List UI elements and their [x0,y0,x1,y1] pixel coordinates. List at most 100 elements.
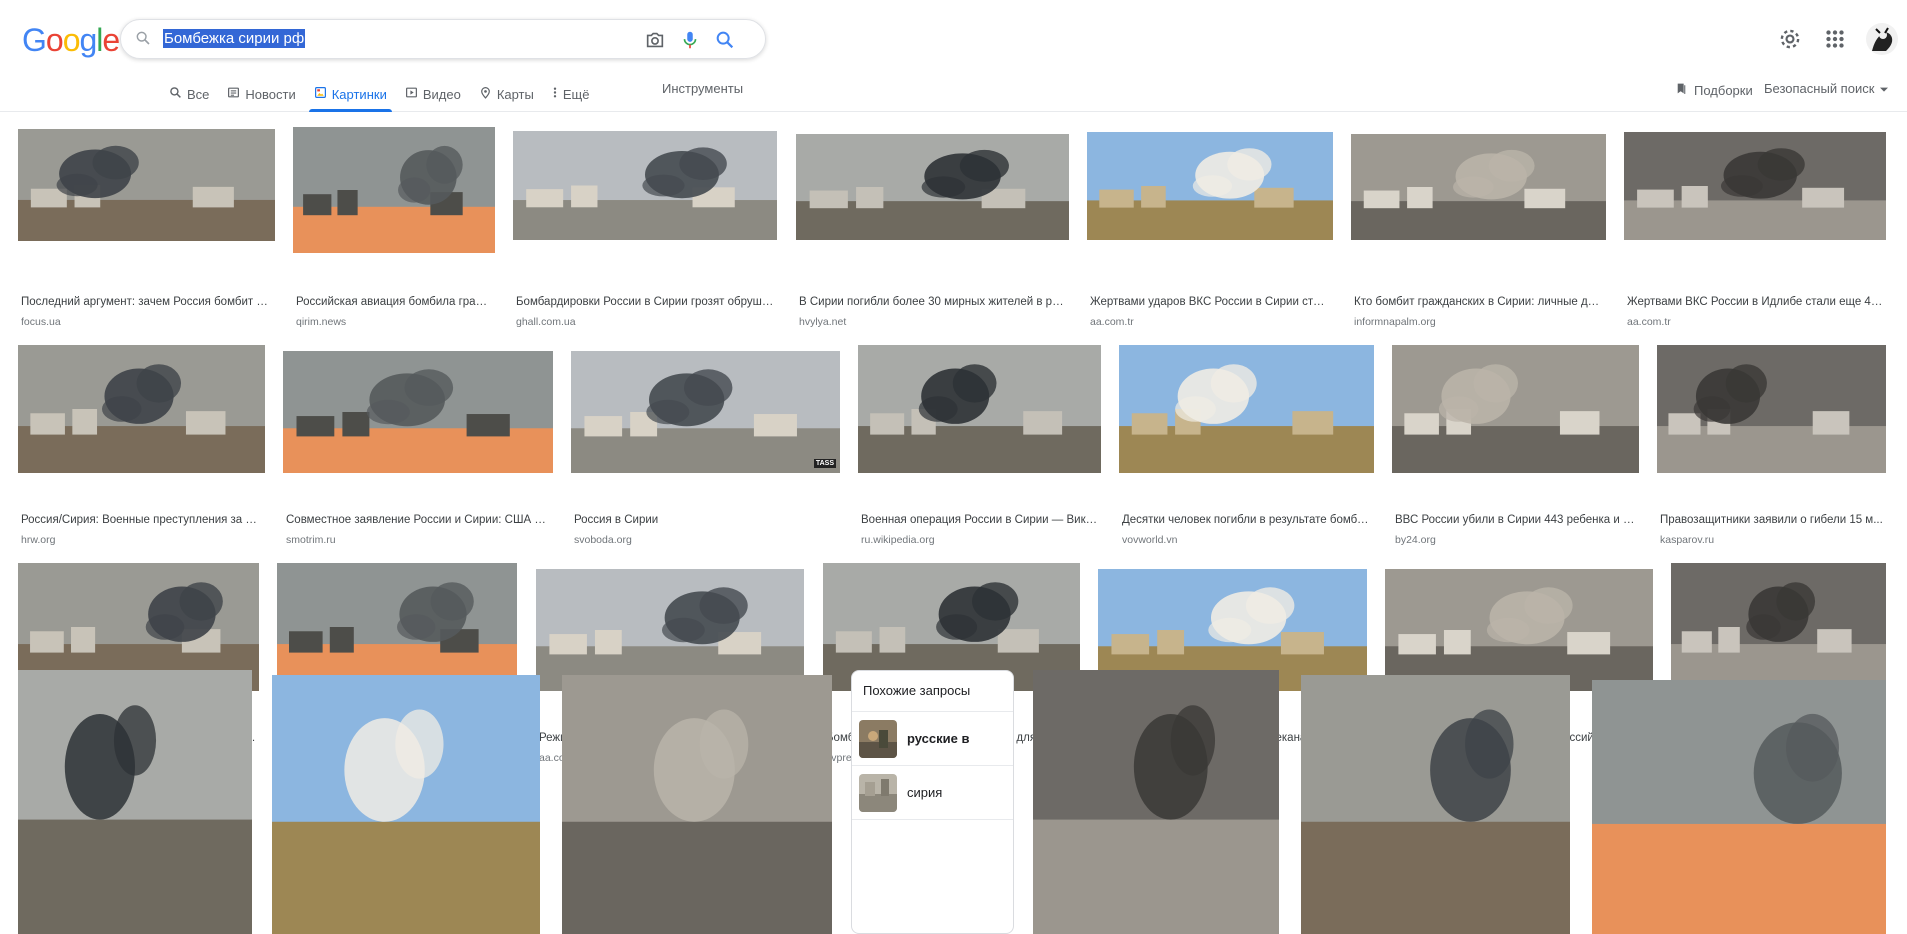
image-result-tile[interactable] [272,675,540,934]
avatar[interactable] [1866,23,1898,55]
collections-button[interactable]: Подборки [1675,81,1753,99]
image-thumbnail[interactable] [1624,132,1886,240]
image-thumbnail[interactable] [796,134,1069,240]
gear-icon[interactable] [1777,26,1803,52]
image-result-title[interactable]: Десятки человек погибли в результате бом… [1122,514,1371,526]
apps-grid-icon[interactable] [1822,26,1848,52]
related-thumbnail [859,773,897,812]
safesearch-label: Безопасный поиск [1764,81,1875,96]
image-thumbnail[interactable] [1033,670,1279,934]
image-result-tile[interactable] [562,675,832,934]
image-thumbnail[interactable] [272,675,540,934]
search-query-selected: Бомбежка сирии рф [163,29,306,48]
tab-label: Ещё [562,86,590,102]
image-result-source: kasparov.ru [1660,534,1715,546]
image-result-source: focus.ua [21,316,61,328]
image-result-tile[interactable] [1301,675,1570,934]
map-pin-icon [479,86,492,102]
image-result-source: qirim.news [296,316,347,328]
image-result-source: aa.com.tr [1090,316,1134,328]
logo-letter: e [102,22,120,58]
image-thumbnail[interactable] [1087,132,1333,240]
image-thumbnail[interactable] [277,563,517,691]
google-logo[interactable]: Google [22,22,120,59]
image-result-title[interactable]: Совместное заявление России и Сирии: США… [286,514,550,526]
related-searches-card: Похожие запросы русские в сирия [851,670,1014,934]
image-icon [314,86,327,102]
tab-more[interactable]: Ещё [543,78,599,110]
image-result-title[interactable]: В Сирии погибли более 30 мирных жителей … [799,296,1066,308]
image-thumbnail[interactable] [293,127,495,253]
image-thumbnail[interactable] [562,675,832,934]
tass-watermark: TASS [813,459,836,468]
image-thumbnail[interactable] [18,670,252,934]
image-result-title[interactable]: Кто бомбит гражданских в Сирии: личные д… [1354,296,1603,308]
image-result-title[interactable]: Российская авиация бомбила граж... [296,296,492,308]
logo-letter: G [22,22,47,58]
image-thumbnail[interactable] [283,351,553,473]
image-result-title[interactable]: Правозащитники заявили о гибели 15 м... [1660,514,1883,526]
image-result-source: by24.org [1395,534,1436,546]
related-search-label: русские в [907,731,970,746]
image-thumbnail[interactable] [1657,345,1886,473]
image-result-tile[interactable] [18,670,252,934]
image-thumbnail[interactable] [571,351,840,473]
image-result-title[interactable]: Жертвами ВКС России в Идлибе стали еще 4… [1627,296,1883,308]
search-input[interactable]: Бомбежка сирии рф [163,29,306,48]
image-result-tile[interactable] [1033,670,1279,934]
tab-news[interactable]: Новости [218,78,304,110]
camera-icon[interactable] [644,29,666,51]
related-search-item[interactable]: сирия [852,766,1013,820]
image-thumbnail[interactable] [1351,134,1606,240]
search-submit-icon[interactable] [714,29,736,51]
chevron-down-icon [1880,81,1889,96]
microphone-icon[interactable] [679,29,701,51]
related-search-item[interactable]: русские в [852,712,1013,766]
image-thumbnail[interactable] [1392,345,1639,473]
safesearch-dropdown[interactable]: Безопасный поиск [1764,81,1889,96]
image-result-source: informnapalm.org [1354,316,1436,328]
image-thumbnail[interactable] [1301,675,1570,934]
video-icon [405,86,418,102]
logo-letter: o [62,22,81,58]
image-result-source: svoboda.org [574,534,632,546]
image-result-title[interactable]: ВВС России убили в Сирии 443 ребенка и 2… [1395,514,1636,526]
bookmark-icon [1675,81,1688,99]
tab-label: Видео [422,86,461,102]
image-thumbnail[interactable] [18,345,265,473]
tab-label: Картинки [331,86,387,102]
image-thumbnail[interactable] [1592,680,1886,934]
image-result-title[interactable]: Военная операция России в Сирии — Вики..… [861,514,1098,526]
image-result-source: vovworld.vn [1122,534,1178,546]
search-icon [135,30,151,51]
image-thumbnail[interactable] [1385,569,1653,691]
tab-label: Новости [245,86,296,102]
related-thumbnail [859,719,897,758]
image-thumbnail[interactable] [1671,563,1886,691]
logo-letter: o [45,22,64,58]
logo-letter: g [79,22,97,58]
image-thumbnail[interactable] [858,345,1101,473]
related-searches-heading: Похожие запросы [852,671,1013,712]
tab-images[interactable]: Картинки [305,78,396,112]
image-result-source: smotrim.ru [286,534,336,546]
tools-button[interactable]: Инструменты [662,81,743,96]
tab-video[interactable]: Видео [396,78,470,110]
image-result-tile[interactable] [1592,680,1886,934]
tab-label: Карты [496,86,534,102]
image-result-title[interactable]: Бомбардировки России в Сирии грозят обру… [516,296,774,308]
image-thumbnail[interactable] [513,131,777,240]
image-thumbnail[interactable] [1119,345,1374,473]
image-result-source: aa.com.tr [1627,316,1671,328]
image-result-title[interactable]: Россия в Сирии [574,514,837,526]
search-box[interactable]: Бомбежка сирии рф [120,19,766,59]
image-result-title[interactable]: Россия/Сирия: Военные преступления за м.… [21,514,262,526]
image-result-source: hrw.org [21,534,56,546]
collections-label: Подборки [1694,82,1753,98]
tab-all[interactable]: Все [160,78,218,110]
image-thumbnail[interactable] [18,129,275,241]
image-thumbnail[interactable] [536,569,804,691]
image-result-title[interactable]: Жертвами ударов ВКС России в Сирии стал.… [1090,296,1330,308]
tab-maps[interactable]: Карты [470,78,543,110]
image-result-title[interactable]: Последний аргумент: зачем Россия бомбит … [21,296,272,308]
